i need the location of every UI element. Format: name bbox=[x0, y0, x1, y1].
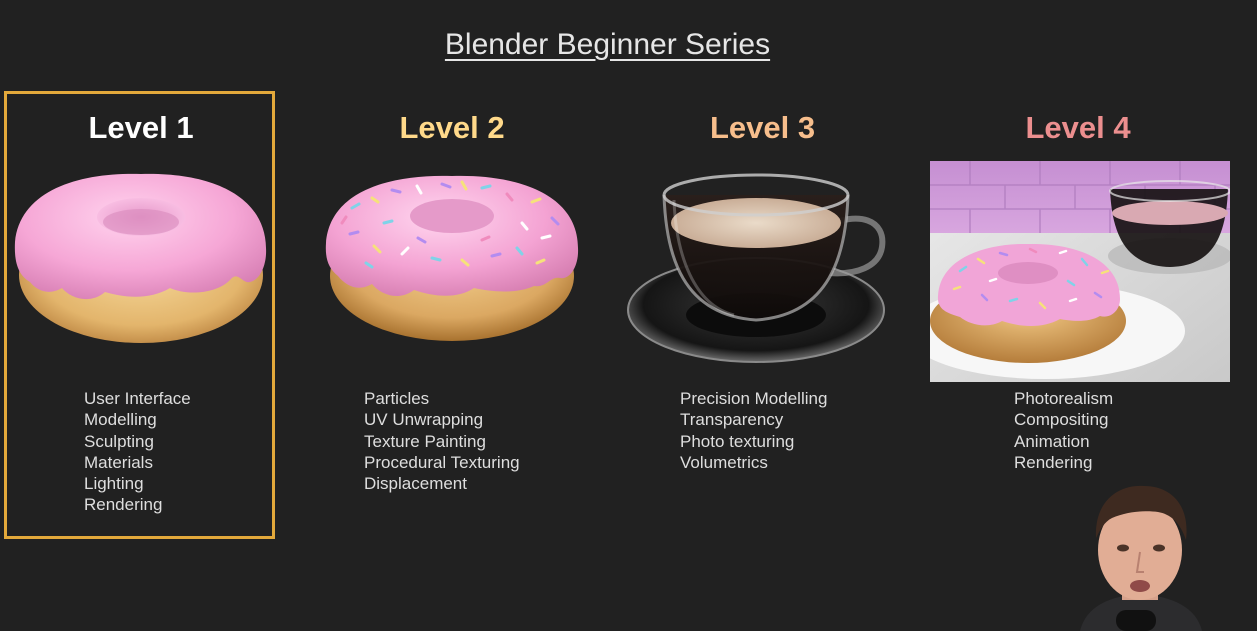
level-3-features: Precision Modelling Transparency Photo t… bbox=[680, 388, 827, 473]
list-item: Materials bbox=[84, 452, 153, 472]
list-item: Modelling bbox=[84, 410, 157, 430]
level-1-features: User Interface Modelling Sculpting Mater… bbox=[84, 388, 191, 516]
level-1-card[interactable]: Level 1 User Interface Modelling Sculpti… bbox=[0, 0, 282, 631]
list-item: Photorealism bbox=[1014, 389, 1114, 408]
level-3-title: Level 3 bbox=[709, 110, 816, 145]
level-4-features: Photorealism Compositing Animation Rende… bbox=[1014, 388, 1113, 473]
list-item: Lighting bbox=[84, 474, 144, 494]
level-1-title: Level 1 bbox=[88, 110, 194, 145]
plain-pink-donut-image bbox=[14, 173, 267, 343]
list-item: Texture Painting bbox=[364, 431, 486, 451]
presenter-webcam bbox=[1060, 478, 1230, 631]
level-2-card[interactable]: Level 2 Particles UV Unwrapping Texture … bbox=[312, 0, 592, 631]
level-3-card[interactable]: Level 3 Precision Modelling Transparency… bbox=[620, 0, 905, 631]
list-item: Volumetrics bbox=[680, 452, 768, 472]
photoreal-donut-scene-image bbox=[930, 161, 1230, 382]
slide: Blender Beginner Series Level 1 User Int… bbox=[0, 0, 1257, 631]
list-item: Transparency bbox=[680, 410, 784, 430]
list-item: Procedural Texturing bbox=[364, 452, 520, 472]
coffee-cup-image bbox=[627, 173, 886, 363]
level-2-title: Level 2 bbox=[399, 110, 505, 145]
list-item: User Interface bbox=[84, 389, 191, 408]
level-2-features: Particles UV Unwrapping Texture Painting… bbox=[364, 388, 520, 494]
list-item: Particles bbox=[364, 389, 430, 408]
list-item: Rendering bbox=[1014, 452, 1093, 472]
sprinkled-donut-image bbox=[325, 175, 579, 341]
list-item: Rendering bbox=[84, 495, 163, 515]
level-4-title: Level 4 bbox=[1025, 110, 1131, 145]
list-item: Animation bbox=[1014, 431, 1090, 451]
list-item: Displacement bbox=[364, 474, 467, 494]
list-item: Precision Modelling bbox=[680, 389, 828, 408]
list-item: Compositing bbox=[1014, 410, 1109, 430]
list-item: Sculpting bbox=[84, 431, 154, 451]
list-item: Photo texturing bbox=[680, 431, 795, 451]
list-item: UV Unwrapping bbox=[364, 410, 484, 430]
